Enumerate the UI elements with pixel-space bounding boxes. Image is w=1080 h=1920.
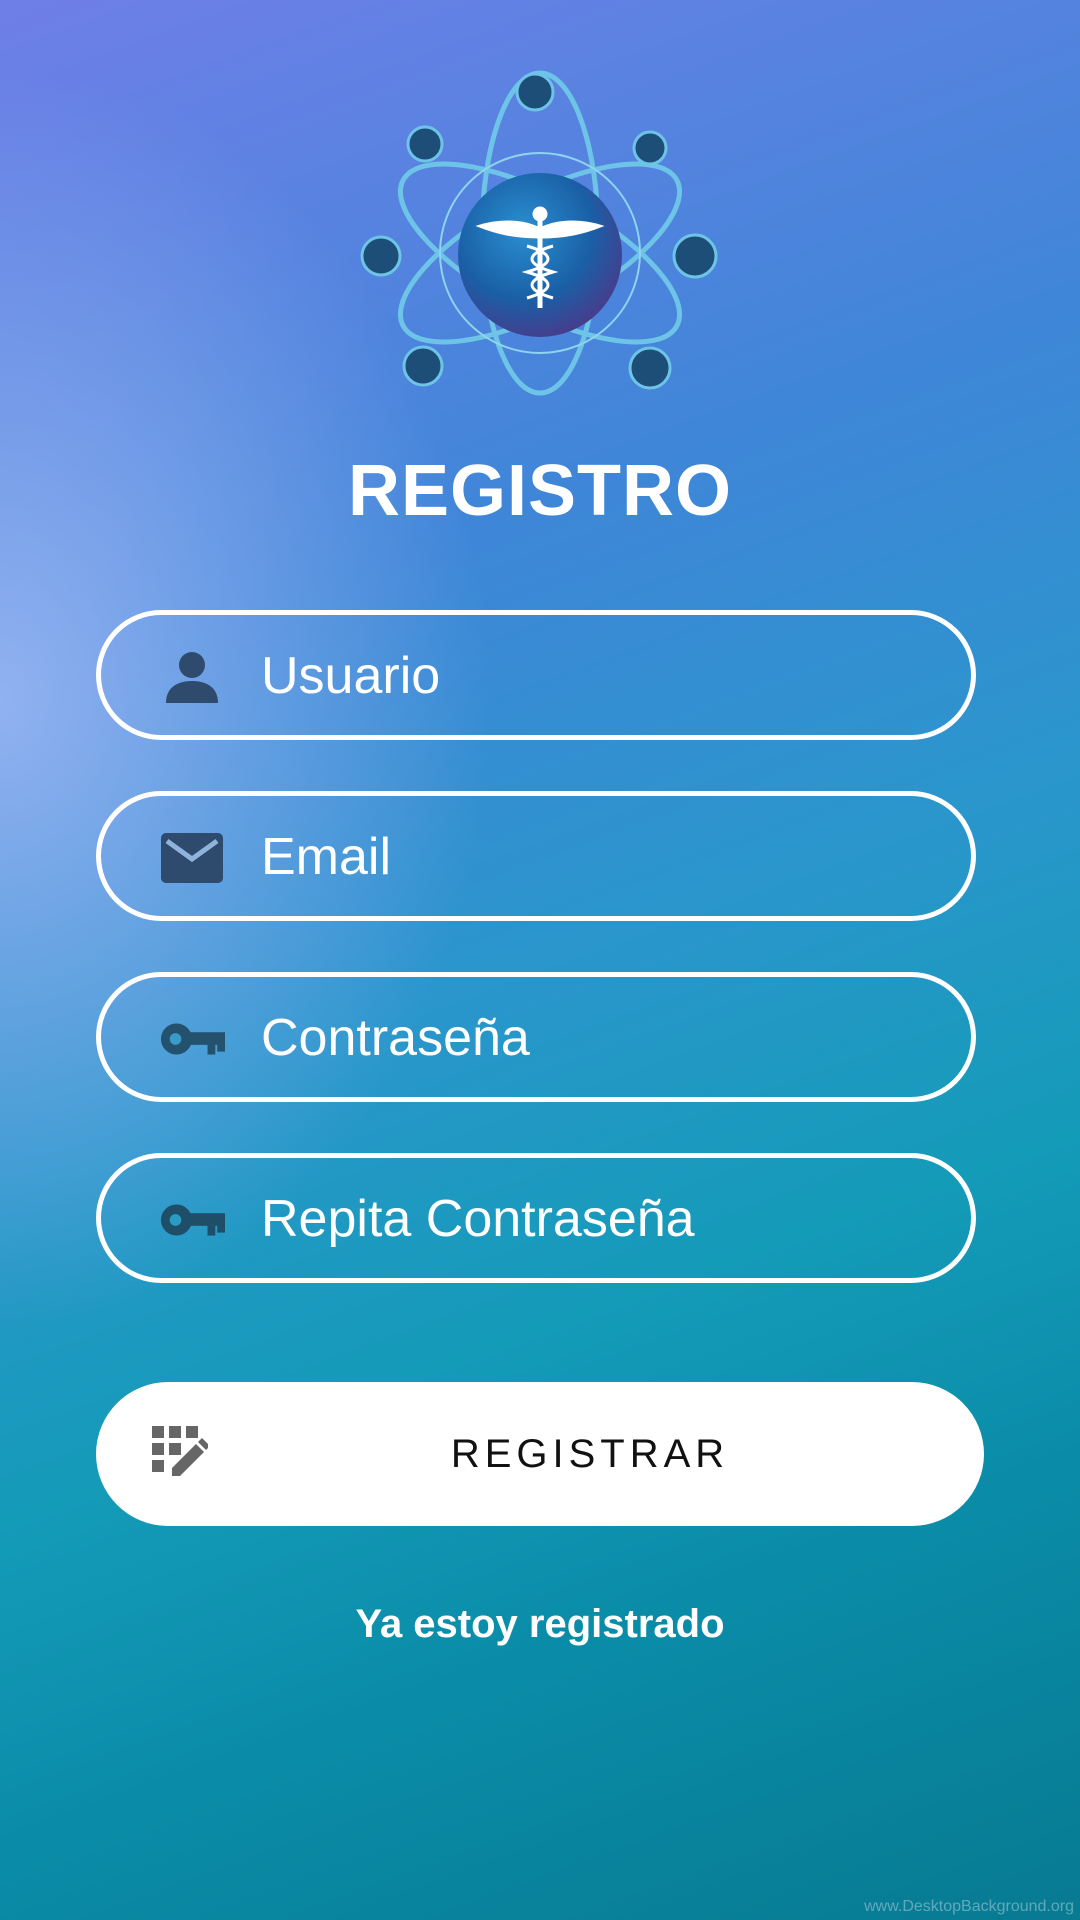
person-icon — [159, 649, 225, 705]
username-placeholder: Usuario — [261, 647, 441, 705]
confirm-password-placeholder: Repita Contraseña — [261, 1190, 695, 1248]
atom-caduceus-logo-icon — [360, 70, 718, 396]
password-field[interactable]: Contraseña — [96, 972, 976, 1102]
already-registered-link[interactable]: Ya estoy registrado — [0, 1602, 1080, 1647]
app-logo — [355, 68, 725, 398]
key-icon — [159, 1192, 225, 1248]
register-button[interactable]: REGISTRAR — [96, 1382, 984, 1526]
username-field[interactable]: Usuario — [96, 610, 976, 740]
confirm-password-field[interactable]: Repita Contraseña — [96, 1153, 976, 1283]
email-placeholder: Email — [261, 828, 392, 886]
register-button-label: REGISTRAR — [450, 1432, 730, 1476]
page-title: REGISTRO — [347, 451, 733, 531]
key-icon — [159, 1011, 225, 1067]
email-icon — [159, 830, 225, 886]
password-placeholder: Contraseña — [261, 1009, 530, 1067]
watermark: www.DesktopBackground.org — [864, 1898, 1074, 1915]
email-field[interactable]: Email — [96, 791, 976, 921]
